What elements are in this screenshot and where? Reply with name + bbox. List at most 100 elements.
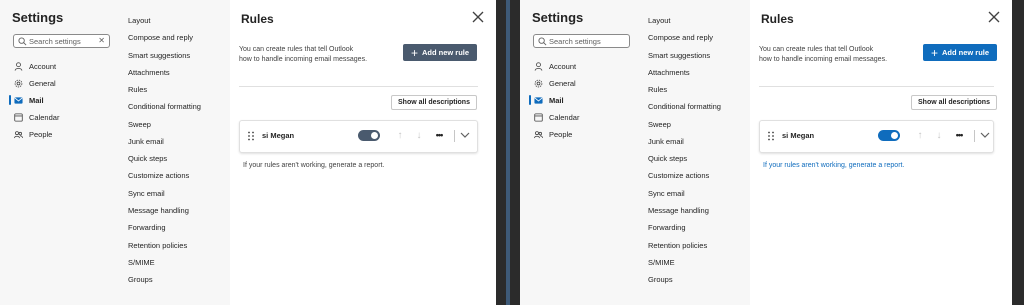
rule-enabled-toggle[interactable] xyxy=(358,130,380,141)
close-icon[interactable] xyxy=(988,11,1000,23)
submenu-item-attachments[interactable]: Attachments xyxy=(128,67,170,79)
submenu-item-junk-email[interactable]: Junk email xyxy=(128,136,164,148)
move-up-icon[interactable]: ↑ xyxy=(914,128,926,142)
add-new-rule-button[interactable]: + Add new rule xyxy=(923,44,997,61)
nav-label-mail: Mail xyxy=(29,95,44,105)
add-new-rule-label: Add new rule xyxy=(421,48,470,57)
rules-title: Rules xyxy=(241,12,274,26)
generate-report-link[interactable]: If your rules aren't working, generate a… xyxy=(243,162,384,169)
nav-item-mail[interactable]: Mail xyxy=(534,93,564,107)
plus-icon: + xyxy=(410,45,418,60)
nav-item-account[interactable]: Account xyxy=(14,59,56,73)
controls-separator xyxy=(974,130,975,142)
submenu-item-forwarding[interactable]: Forwarding xyxy=(128,222,166,234)
rules-description-line1: You can create rules that tell Outlook xyxy=(759,46,874,53)
submenu-item-groups[interactable]: Groups xyxy=(128,274,153,286)
submenu-item-rules[interactable]: Rules xyxy=(128,84,147,96)
add-new-rule-button[interactable]: + Add new rule xyxy=(403,44,477,61)
rules-description-line1: You can create rules that tell Outlook xyxy=(239,46,354,53)
rules-title: Rules xyxy=(761,12,794,26)
submenu-item-rules[interactable]: Rules xyxy=(648,84,667,96)
submenu-item-quick-steps[interactable]: Quick steps xyxy=(648,153,687,165)
submenu-item-message-handling[interactable]: Message handling xyxy=(128,205,189,217)
mail-submenu: Layout Compose and reply Smart suggestio… xyxy=(120,0,230,305)
submenu-item-layout[interactable]: Layout xyxy=(648,15,671,27)
submenu-item-attachments[interactable]: Attachments xyxy=(648,67,690,79)
submenu-item-sync-email[interactable]: Sync email xyxy=(128,188,165,200)
people-icon xyxy=(534,130,543,138)
submenu-item-sweep[interactable]: Sweep xyxy=(128,119,151,131)
mail-icon xyxy=(534,96,543,104)
search-settings-field[interactable] xyxy=(29,36,99,46)
submenu-item-retention-policies[interactable]: Retention policies xyxy=(648,240,707,252)
move-up-icon[interactable]: ↑ xyxy=(394,128,406,142)
nav-label-general: General xyxy=(549,78,576,88)
chevron-down-icon[interactable] xyxy=(979,128,991,142)
mail-icon xyxy=(14,96,23,104)
submenu-item-compose-and-reply[interactable]: Compose and reply xyxy=(128,32,193,44)
more-options-button[interactable]: ••• xyxy=(433,128,445,142)
toggle-knob xyxy=(371,132,378,139)
rules-pane: Rules You can create rules that tell Out… xyxy=(750,0,1012,305)
nav-active-indicator xyxy=(9,95,11,105)
clear-search-icon[interactable]: ✕ xyxy=(98,36,105,45)
background-window-edge xyxy=(1012,0,1024,305)
rules-description-line2: how to handle incoming email messages. xyxy=(239,56,368,63)
submenu-item-smart-suggestions[interactable]: Smart suggestions xyxy=(648,50,710,62)
submenu-item-smart-suggestions[interactable]: Smart suggestions xyxy=(128,50,190,62)
settings-dialog-right: Settings Account General Mail Calendar P… xyxy=(520,0,1012,305)
submenu-item-conditional-formatting[interactable]: Conditional formatting xyxy=(128,101,201,113)
generate-report-link[interactable]: If your rules aren't working, generate a… xyxy=(763,162,904,169)
chevron-down-icon[interactable] xyxy=(459,128,471,142)
drag-handle-icon[interactable] xyxy=(247,131,255,141)
drag-handle-icon[interactable] xyxy=(767,131,775,141)
submenu-item-sweep[interactable]: Sweep xyxy=(648,119,671,131)
submenu-item-conditional-formatting[interactable]: Conditional formatting xyxy=(648,101,721,113)
nav-item-general[interactable]: General xyxy=(534,76,576,90)
nav-item-calendar[interactable]: Calendar xyxy=(14,110,59,124)
submenu-item-retention-policies[interactable]: Retention policies xyxy=(128,240,187,252)
gear-icon xyxy=(14,79,23,87)
submenu-item-forwarding[interactable]: Forwarding xyxy=(648,222,686,234)
settings-nav: Settings Account General Mail Calendar P… xyxy=(520,0,640,305)
close-icon[interactable] xyxy=(472,11,484,23)
submenu-item-junk-email[interactable]: Junk email xyxy=(648,136,684,148)
more-options-button[interactable]: ••• xyxy=(953,128,965,142)
move-down-icon[interactable]: ↓ xyxy=(413,128,425,142)
toggle-knob xyxy=(891,132,898,139)
nav-item-calendar[interactable]: Calendar xyxy=(534,110,579,124)
submenu-item-quick-steps[interactable]: Quick steps xyxy=(128,153,167,165)
nav-label-account: Account xyxy=(29,61,57,71)
submenu-item-customize-actions[interactable]: Customize actions xyxy=(648,170,709,182)
rules-description-line2: how to handle incoming email messages. xyxy=(759,56,888,63)
calendar-icon xyxy=(14,112,23,122)
search-settings-input[interactable] xyxy=(533,34,630,48)
nav-item-general[interactable]: General xyxy=(14,76,56,90)
person-icon xyxy=(534,61,543,71)
nav-label-calendar: Calendar xyxy=(29,112,60,122)
nav-item-account[interactable]: Account xyxy=(534,59,576,73)
show-all-descriptions-button[interactable]: Show all descriptions xyxy=(391,95,477,110)
submenu-item-message-handling[interactable]: Message handling xyxy=(648,205,709,217)
plus-icon: + xyxy=(930,45,938,60)
search-icon xyxy=(18,37,27,46)
search-settings-input[interactable]: ✕ xyxy=(13,34,110,48)
controls-separator xyxy=(454,130,455,142)
rule-enabled-toggle[interactable] xyxy=(878,130,900,141)
search-settings-field[interactable] xyxy=(549,36,619,46)
submenu-item-smime[interactable]: S/MIME xyxy=(648,257,675,269)
move-down-icon[interactable]: ↓ xyxy=(933,128,945,142)
nav-item-people[interactable]: People xyxy=(14,127,52,141)
add-new-rule-label: Add new rule xyxy=(941,48,990,57)
submenu-item-groups[interactable]: Groups xyxy=(648,274,673,286)
show-all-descriptions-button[interactable]: Show all descriptions xyxy=(911,95,997,110)
calendar-icon xyxy=(534,112,543,122)
submenu-item-smime[interactable]: S/MIME xyxy=(128,257,155,269)
nav-item-mail[interactable]: Mail xyxy=(14,93,44,107)
nav-item-people[interactable]: People xyxy=(534,127,572,141)
submenu-item-sync-email[interactable]: Sync email xyxy=(648,188,685,200)
submenu-item-compose-and-reply[interactable]: Compose and reply xyxy=(648,32,713,44)
nav-label-mail: Mail xyxy=(549,95,564,105)
submenu-item-customize-actions[interactable]: Customize actions xyxy=(128,170,189,182)
submenu-item-layout[interactable]: Layout xyxy=(128,15,151,27)
